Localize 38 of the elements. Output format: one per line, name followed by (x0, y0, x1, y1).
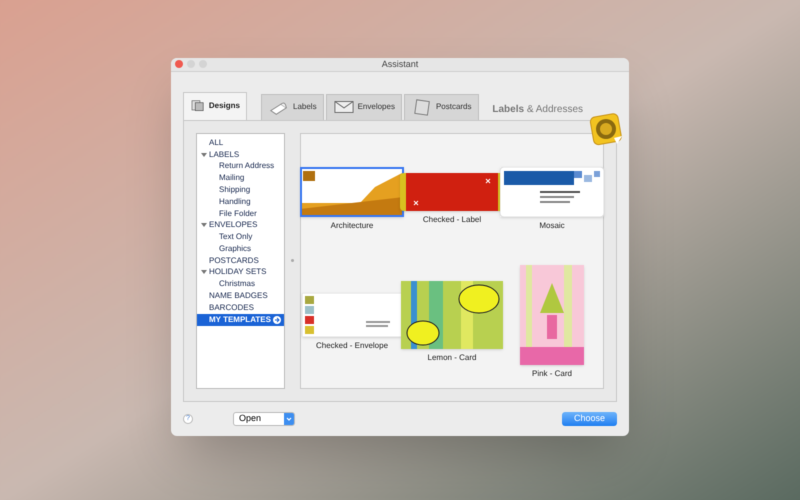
template-name: Lemon - Card (428, 352, 476, 364)
tab[interactable]: Labels (261, 94, 324, 120)
template-name: Checked - Envelope (316, 340, 388, 352)
action-dropdown[interactable]: Open (233, 412, 295, 426)
arrow-right-icon (273, 316, 281, 324)
chevron-down-icon (284, 412, 294, 425)
category-item[interactable]: LABELS (197, 148, 284, 160)
category-item[interactable]: BARCODES (197, 302, 284, 314)
tab[interactable]: Envelopes (326, 94, 402, 120)
template-name: Pink - Card (532, 368, 572, 380)
category-item[interactable]: Graphics (197, 242, 284, 255)
template-name: Mosaic (539, 220, 565, 232)
close-button[interactable] (175, 60, 183, 68)
category-item[interactable]: File Folder (197, 208, 284, 220)
category-item[interactable]: Text Only (197, 231, 284, 243)
disclosure-triangle-icon[interactable] (201, 222, 207, 228)
template-preview[interactable] (401, 280, 503, 349)
category-item[interactable]: Return Address (197, 160, 284, 172)
template-name: Checked - Label (422, 214, 482, 226)
disclosure-triangle-icon[interactable] (201, 269, 207, 276)
category-item[interactable]: Handling (197, 196, 284, 208)
splitter-handle[interactable] (291, 259, 294, 262)
category-item[interactable]: ENVELOPES (197, 219, 284, 232)
category-item[interactable]: MY TEMPLATES (197, 314, 284, 326)
disclosure-triangle-icon[interactable] (201, 152, 207, 158)
category-item[interactable]: ALL (197, 136, 284, 149)
product-name: Labels & Addresses (492, 102, 583, 117)
category-item[interactable]: Shipping (197, 184, 284, 196)
category-item[interactable]: Christmas (197, 278, 284, 290)
template-preview[interactable] (300, 166, 404, 217)
category-item[interactable]: HOLIDAY SETS (197, 266, 284, 278)
window-title: Assistant (382, 58, 418, 71)
category-item[interactable]: NAME BADGES (197, 290, 284, 302)
template-name: Architecture (330, 220, 374, 232)
tab[interactable]: Postcards (404, 94, 479, 120)
category-item[interactable]: POSTCARDS (197, 254, 284, 267)
category-item[interactable]: Mailing (197, 172, 284, 184)
tab[interactable]: Designs (183, 92, 247, 120)
